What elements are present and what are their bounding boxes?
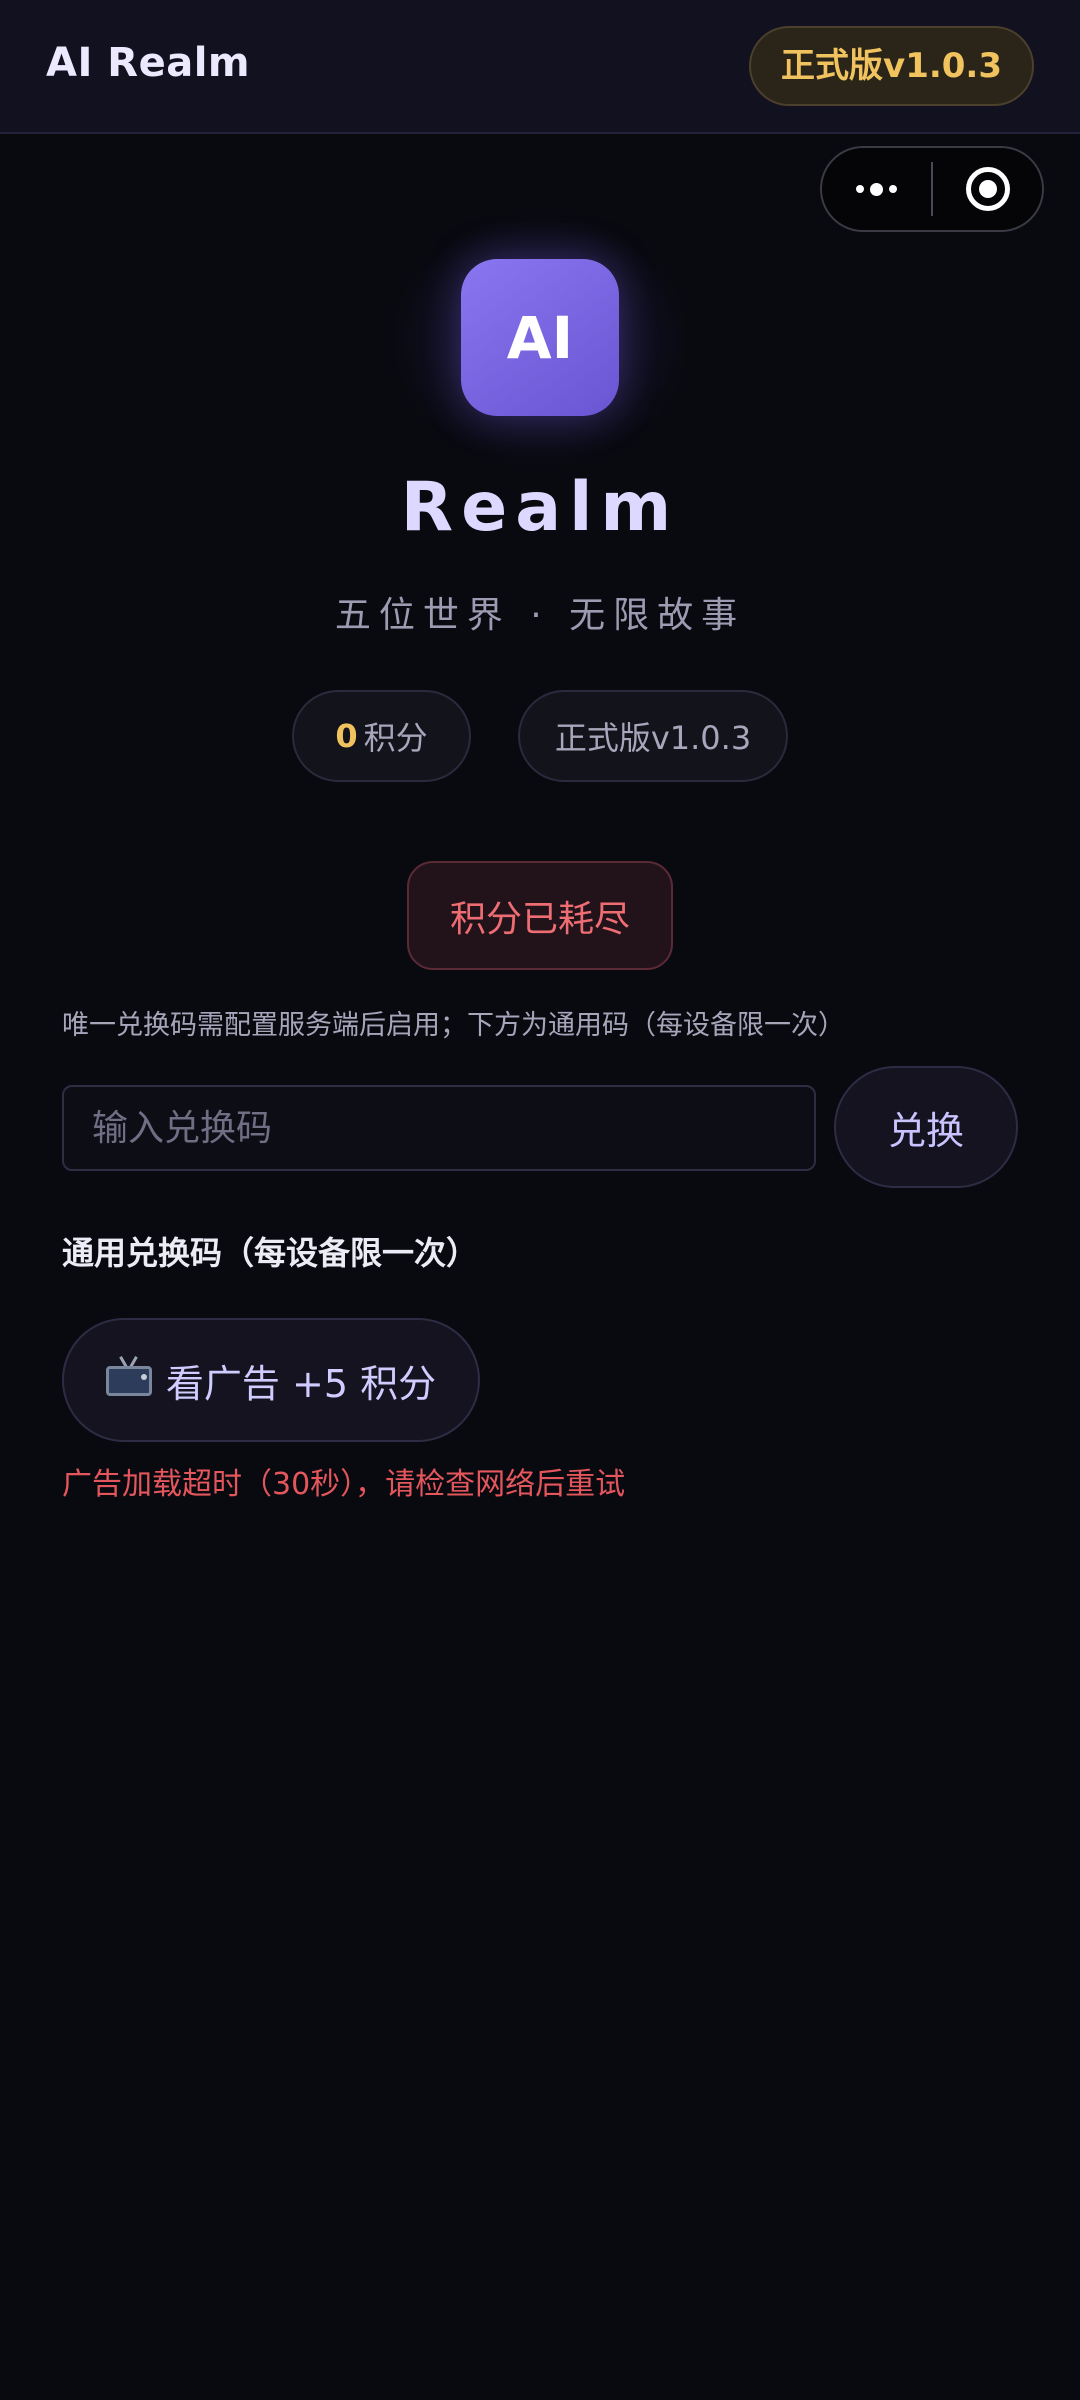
tv-icon: [105, 1356, 152, 1398]
more-dots-icon: [856, 182, 897, 196]
watch-ad-label: 看广告 +5 积分: [165, 1361, 437, 1406]
points-label: 积分: [363, 719, 428, 757]
close-miniprogram-button[interactable]: [933, 148, 1042, 230]
ad-error-message: 广告加载超时（30秒），请检查网络后重试: [62, 1467, 626, 1502]
version-pill: 正式版v1.0.3: [518, 690, 788, 782]
more-button[interactable]: [822, 148, 931, 230]
redeem-notice: 唯一兑换码需配置服务端后启用；下方为通用码（每设备限一次）: [62, 1010, 845, 1041]
target-close-icon: [965, 167, 1010, 211]
points-value: 0: [335, 717, 358, 755]
redeem-code-input[interactable]: [62, 1085, 816, 1171]
top-header: AI Realm 正式版v1.0.3: [0, 0, 1080, 134]
app-name: Realm: [400, 468, 680, 547]
tagline: 五位世界 · 无限故事: [334, 595, 746, 636]
header-title: AI Realm: [46, 40, 251, 86]
miniprogram-capsule: [820, 146, 1044, 232]
redeem-button[interactable]: 兑换: [834, 1066, 1018, 1188]
points-pill: 0 积分: [292, 690, 471, 782]
version-badge: 正式版v1.0.3: [749, 26, 1034, 106]
universal-code-title: 通用兑换码（每设备限一次）: [62, 1234, 479, 1272]
points-exhausted-badge: 积分已耗尽: [407, 861, 673, 970]
app-logo: AI: [461, 259, 619, 416]
watch-ad-button[interactable]: 看广告 +5 积分: [62, 1318, 480, 1442]
app-root: AI Realm 正式版v1.0.3 AI Realm 五位世界 · 无限故事 …: [0, 0, 1080, 2400]
